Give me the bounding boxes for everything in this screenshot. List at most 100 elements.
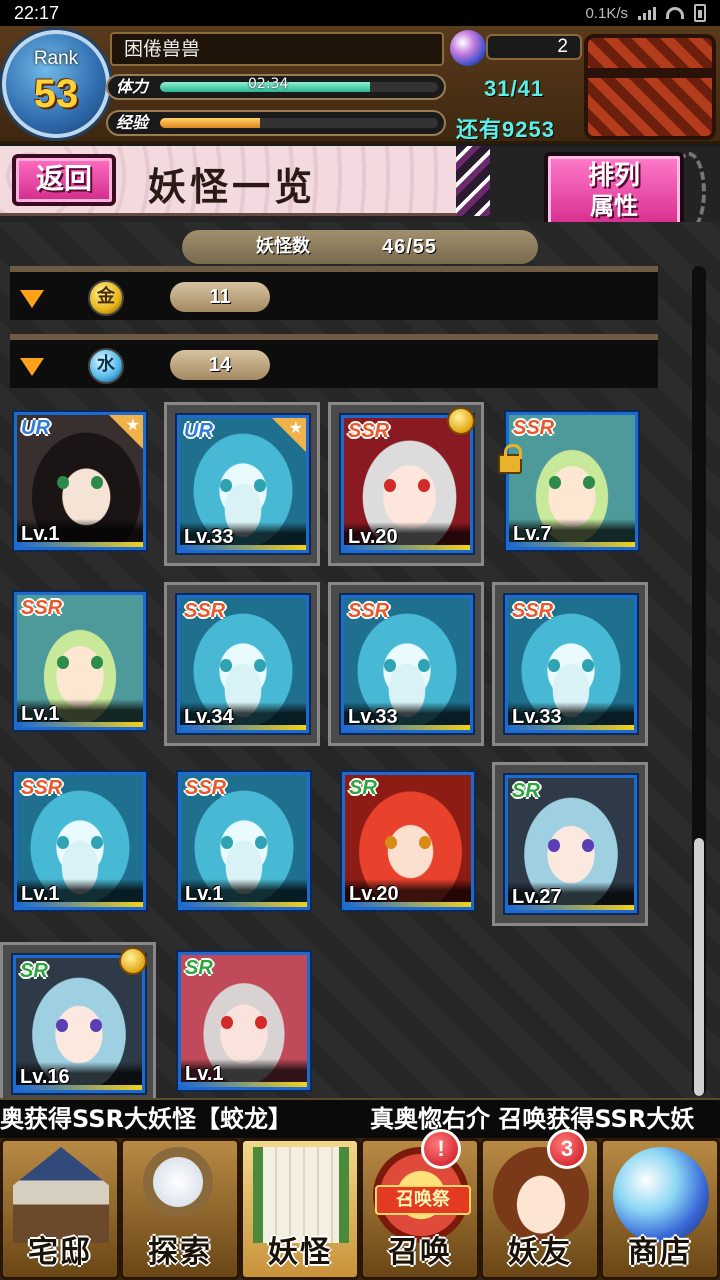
- sort-mode: 属性: [590, 192, 638, 220]
- title-banner: 返回 妖怪一览: [0, 146, 490, 216]
- portrait-eyes: [57, 655, 104, 670]
- player-header: Rank 53 困倦兽兽 体力 02:34 经验 2 31/41 还有9253: [0, 26, 720, 144]
- exp-label: 经验: [116, 113, 149, 132]
- nav-label: 探索: [148, 1235, 212, 1270]
- network-speed: 0.1K/s: [585, 4, 628, 22]
- portrait-eyes: [220, 478, 267, 493]
- monster-count-value: 46/55: [382, 236, 438, 258]
- scrollbar-thumb[interactable]: [694, 838, 704, 1096]
- nav-friends[interactable]: 3 妖友: [480, 1129, 600, 1280]
- scrollbar[interactable]: [692, 266, 706, 1096]
- monster-card-frame: SR Lv.20: [342, 772, 474, 910]
- monster-card[interactable]: SR Lv.16: [0, 942, 156, 1098]
- gem-count[interactable]: 2: [486, 34, 582, 60]
- banner-cap: [456, 146, 490, 216]
- nav-monsters[interactable]: 妖怪: [240, 1138, 360, 1280]
- monster-card[interactable]: UR ★ Lv.1: [4, 402, 160, 566]
- level-label: Lv.16: [16, 1062, 142, 1090]
- rarity-badge: SSR: [348, 600, 390, 622]
- level-label: Lv.33: [180, 522, 306, 550]
- nav-label: 妖友: [508, 1235, 572, 1270]
- monster-card[interactable]: SSR Lv.33: [328, 582, 484, 746]
- monster-card[interactable]: SR Lv.1: [168, 942, 324, 1098]
- nav-mansion[interactable]: 宅邸: [0, 1138, 120, 1280]
- portrait-eyes: [384, 658, 431, 673]
- gold-attribute-icon: 金: [88, 280, 124, 316]
- level-label: Lv.33: [508, 702, 634, 730]
- monster-card-frame: SR Lv.27: [505, 775, 637, 913]
- level-label: Lv.27: [508, 882, 634, 910]
- monster-card[interactable]: SSR Lv.33: [492, 582, 648, 746]
- nav-summon[interactable]: 召唤祭 ! 召唤: [360, 1129, 480, 1280]
- monster-card-frame: SSR Lv.20: [341, 415, 473, 553]
- level-label: Lv.7: [509, 519, 635, 547]
- monster-card-frame: SSR Lv.1: [14, 772, 146, 910]
- ticker-message-2: 真奥惚右介 召唤获得SSR大妖: [370, 1105, 695, 1133]
- magnifier-icon: [143, 1147, 213, 1217]
- announcement-ticker: 奥获得SSR大妖怪【蛟龙】 真奥惚右介 召唤获得SSR大妖: [0, 1098, 720, 1138]
- player-name: 困倦兽兽: [110, 32, 444, 66]
- level-label: Lv.33: [344, 702, 470, 730]
- group-row-water[interactable]: 水 14: [10, 334, 658, 388]
- status-bar: 22:17 0.1K/s: [0, 0, 720, 26]
- portrait-eyes: [220, 658, 267, 673]
- rarity-badge: UR: [21, 417, 50, 439]
- exp-remaining: 还有9253: [456, 117, 555, 142]
- rank-number: 53: [33, 72, 79, 116]
- rarity-badge: UR: [184, 420, 213, 442]
- monster-card[interactable]: SSR Lv.1: [168, 762, 324, 926]
- sort-button[interactable]: 排列 属性: [544, 152, 684, 232]
- portrait-eyes: [548, 658, 595, 673]
- expand-arrow-icon: [20, 290, 44, 308]
- monster-card[interactable]: SSR Lv.20: [328, 402, 484, 566]
- monster-card[interactable]: SSR Lv.1: [4, 582, 160, 746]
- monster-card[interactable]: SR Lv.20: [332, 762, 488, 926]
- rarity-badge: SR: [512, 780, 540, 802]
- rank-badge[interactable]: Rank 53: [2, 30, 110, 138]
- monster-card[interactable]: SR Lv.27: [492, 762, 648, 926]
- group-count: 14: [170, 350, 270, 380]
- bottom-nav: 宅邸 探索 妖怪 召唤祭 ! 召唤 3 妖友 商店: [0, 1129, 720, 1280]
- nav-label: 商店: [628, 1235, 692, 1270]
- monster-card-frame: UR ★ Lv.33: [177, 415, 309, 553]
- exp-fill: [160, 118, 261, 128]
- monster-card[interactable]: SSR Lv.34: [164, 582, 320, 746]
- portrait-eyes: [56, 1018, 103, 1033]
- monster-card[interactable]: UR ★ Lv.33: [164, 402, 320, 566]
- page-title: 妖怪一览: [148, 164, 317, 209]
- level-label: Lv.1: [181, 1059, 307, 1087]
- medal-icon: [447, 407, 475, 435]
- portrait-eyes: [57, 835, 104, 850]
- portrait-eyes: [385, 835, 432, 850]
- title-band: 返回 妖怪一览 排列 属性: [0, 146, 720, 232]
- nav-explore[interactable]: 探索: [120, 1138, 240, 1280]
- monster-card[interactable]: SSR Lv.7: [496, 402, 652, 566]
- monster-card-frame: SSR Lv.34: [177, 595, 309, 733]
- wifi-icon: [666, 7, 684, 19]
- monster-card[interactable]: SSR Lv.1: [4, 762, 160, 926]
- battery-icon: [694, 4, 706, 22]
- monster-count-label: 妖怪数: [256, 236, 310, 257]
- nav-shop[interactable]: 商店: [600, 1138, 720, 1280]
- stamina-track: [160, 82, 438, 92]
- group-row-gold[interactable]: 金 11: [10, 266, 658, 320]
- monster-card-frame: SSR Lv.1: [14, 592, 146, 730]
- portrait-eyes: [548, 838, 595, 853]
- rarity-badge: SSR: [184, 600, 226, 622]
- sort-label: 排列: [587, 161, 640, 191]
- expand-arrow-icon: [20, 358, 44, 376]
- gem-icon: [450, 30, 486, 66]
- rarity-badge: SR: [20, 960, 48, 982]
- stamina-label: 体力: [116, 77, 149, 96]
- status-icons: 0.1K/s: [585, 4, 706, 22]
- portrait-eyes: [221, 1015, 268, 1030]
- stamina-value: 31/41: [484, 76, 545, 101]
- clock: 22:17: [14, 2, 60, 23]
- monster-list[interactable]: 妖怪数 46/55 金 11 水 14 UR ★ Lv.1 UR ★ Lv.33 SSR Lv…: [0, 222, 720, 1098]
- level-label: Lv.1: [17, 519, 143, 547]
- ticker-message-1: 奥获得SSR大妖怪【蛟龙】: [0, 1105, 292, 1133]
- gift-box-icon[interactable]: [584, 34, 716, 140]
- exp-track: [160, 118, 438, 128]
- monster-card-frame: SSR Lv.33: [341, 595, 473, 733]
- back-button[interactable]: 返回: [12, 154, 116, 206]
